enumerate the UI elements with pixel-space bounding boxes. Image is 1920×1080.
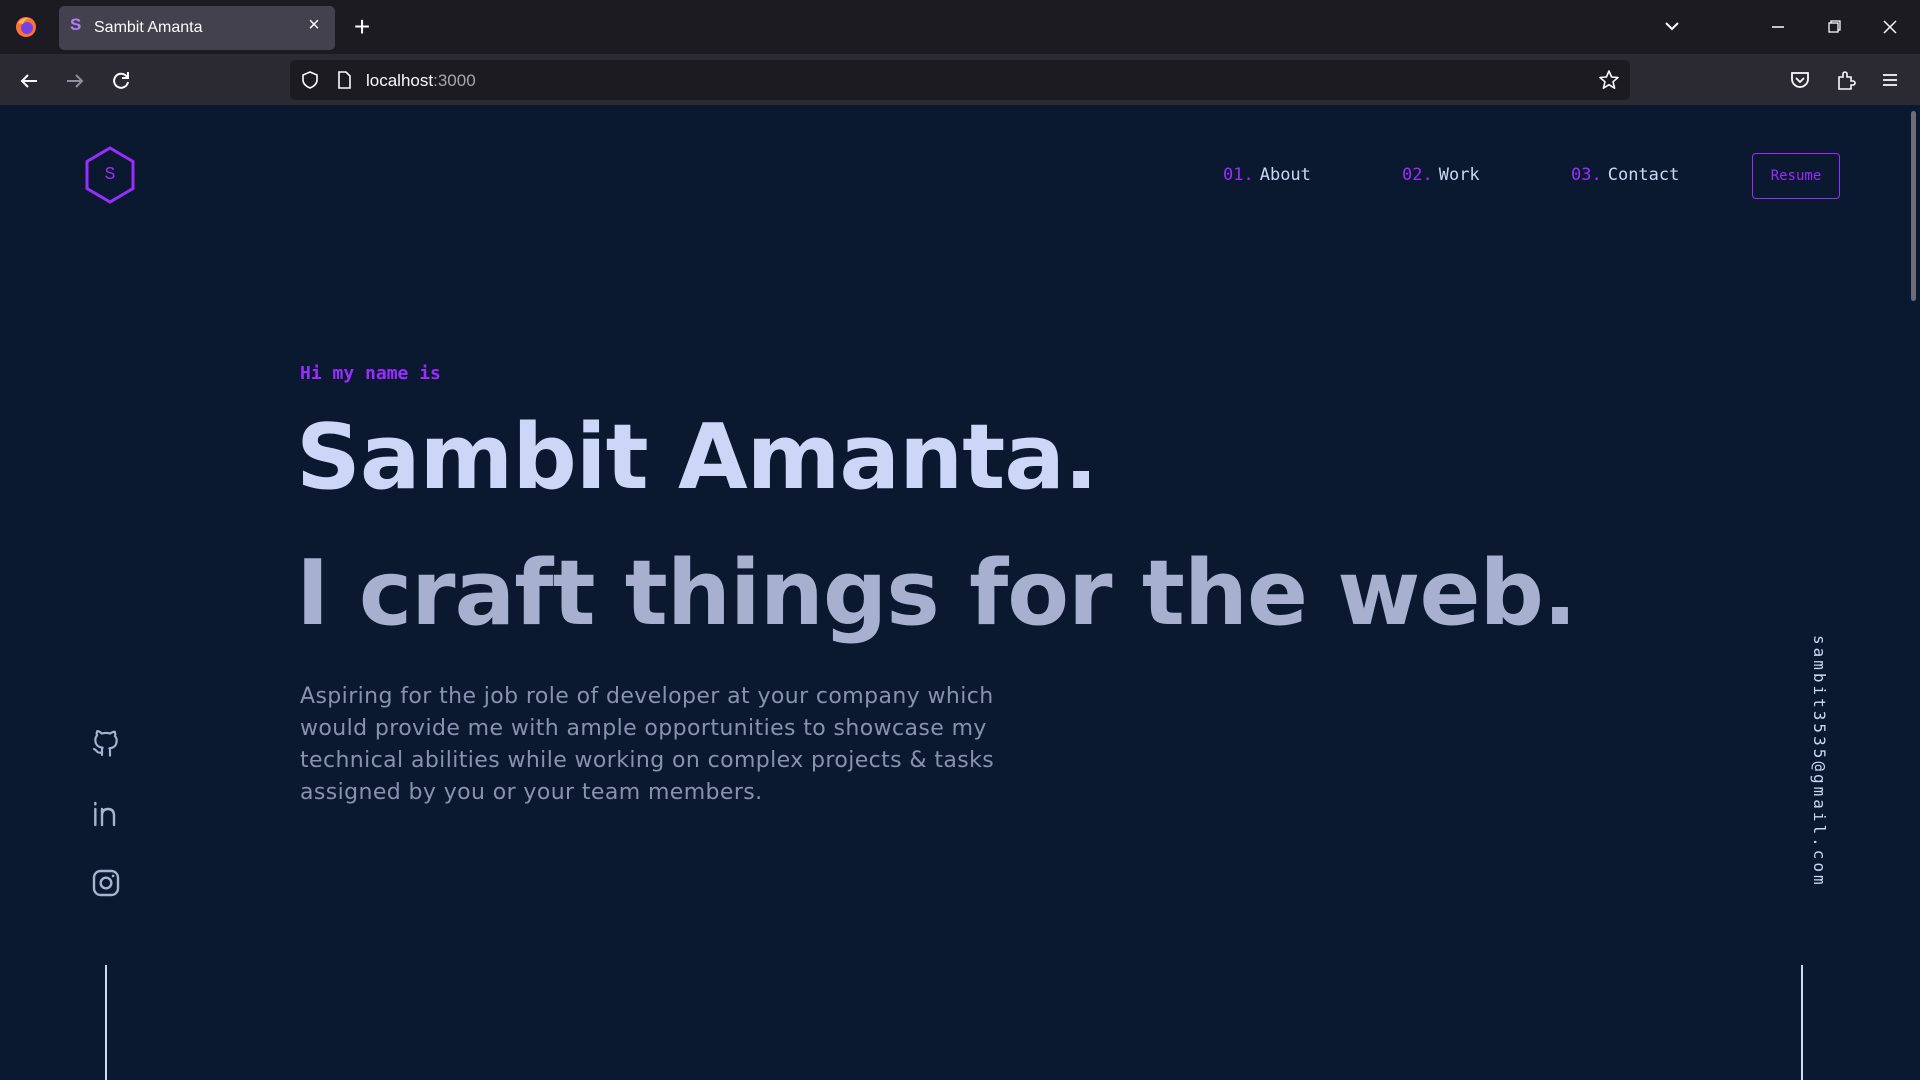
scrollbar[interactable]	[1906, 105, 1920, 1080]
restore-icon[interactable]	[1814, 12, 1854, 42]
hero-tagline: I craft things for the web.	[296, 541, 1577, 646]
email-link[interactable]: sambit3535@gmail.com	[1810, 635, 1829, 888]
browser-tab-bar: S Sambit Amanta × +	[0, 0, 1920, 54]
logo-letter: S	[104, 165, 116, 185]
nav-link-about[interactable]: 01. About	[1223, 165, 1311, 185]
right-divider-line	[1801, 965, 1803, 1080]
url-text[interactable]: localhost:3000	[366, 71, 476, 91]
instagram-icon[interactable]	[90, 867, 122, 899]
hero-name: Sambit Amanta.	[296, 405, 1098, 510]
left-divider-line	[105, 965, 107, 1080]
url-bar[interactable]: localhost:3000	[290, 60, 1630, 100]
bookmark-star-icon[interactable]	[1598, 69, 1620, 91]
hamburger-menu-icon[interactable]	[1876, 66, 1904, 94]
nav-link-work[interactable]: 02. Work	[1402, 165, 1480, 185]
active-tab[interactable]: S Sambit Amanta ×	[59, 6, 335, 50]
scrollbar-thumb[interactable]	[1911, 111, 1916, 301]
browser-toolbar: localhost:3000	[0, 54, 1920, 105]
close-window-icon[interactable]	[1870, 12, 1910, 42]
page-info-icon[interactable]	[334, 70, 354, 90]
firefox-logo-icon[interactable]	[14, 15, 38, 39]
minimize-icon[interactable]	[1758, 12, 1798, 42]
greeting-text: Hi my name is	[300, 363, 441, 384]
tab-title: Sambit Amanta	[94, 19, 203, 36]
pocket-icon[interactable]	[1786, 66, 1814, 94]
close-tab-icon[interactable]: ×	[303, 14, 325, 36]
linkedin-icon[interactable]	[90, 797, 122, 829]
shield-icon[interactable]	[300, 70, 320, 90]
hero-bio: Aspiring for the job role of developer a…	[300, 684, 995, 805]
resume-button[interactable]: Resume	[1752, 153, 1840, 199]
extensions-icon[interactable]	[1832, 66, 1860, 94]
chevron-down-icon[interactable]	[1656, 14, 1688, 40]
tab-favicon-icon: S	[70, 15, 82, 34]
reload-icon[interactable]	[106, 66, 136, 96]
back-arrow-icon[interactable]	[14, 66, 44, 96]
nav-link-contact[interactable]: 03. Contact	[1571, 165, 1679, 185]
new-tab-button[interactable]: +	[347, 10, 377, 44]
github-icon[interactable]	[90, 727, 122, 759]
page-viewport: S 01. About 02. Work 03. Contact Resume Hi …	[0, 105, 1920, 1080]
forward-arrow-icon[interactable]	[60, 66, 90, 96]
